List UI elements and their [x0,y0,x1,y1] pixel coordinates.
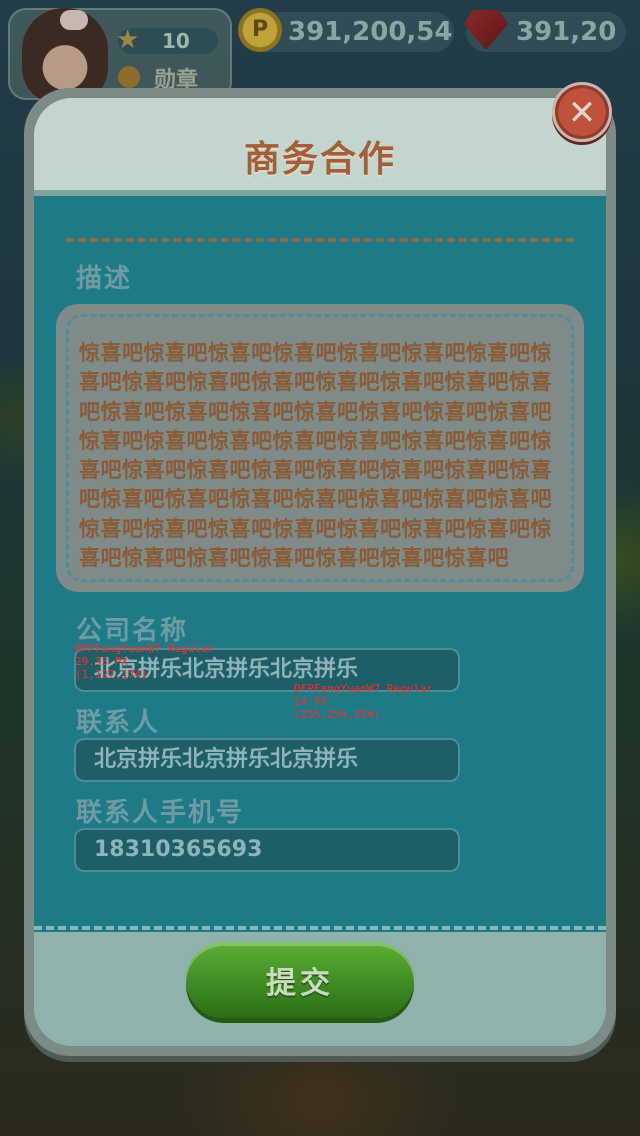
description-label: 描述 [76,264,133,294]
dashed-divider-bottom [34,926,606,930]
submit-button-label: 提交 [266,966,334,1001]
font-spec-annotation-1: DFPFangYuanW7 Regular 29.33 PX (1,127,17… [75,642,215,681]
business-cooperation-dialog: 商务合作 描述 惊喜吧惊喜吧惊喜吧惊喜吧惊喜吧惊喜吧惊喜吧惊喜吧惊喜吧惊喜吧惊喜… [24,88,616,1056]
contact-input[interactable]: 北京拼乐北京拼乐北京拼乐 [74,738,460,782]
star-icon: ★ [116,25,140,55]
close-button[interactable]: ✕ [552,82,612,142]
description-text: 惊喜吧惊喜吧惊喜吧惊喜吧惊喜吧惊喜吧惊喜吧惊喜吧惊喜吧惊喜吧惊喜吧惊喜吧惊喜吧惊… [79,341,552,571]
coin-icon: P [238,8,282,52]
phone-input[interactable]: 18310365693 [74,828,460,872]
dashed-divider-top [66,238,574,242]
medal-icon [118,66,140,88]
dialog-inner: 商务合作 描述 惊喜吧惊喜吧惊喜吧惊喜吧惊喜吧惊喜吧惊喜吧惊喜吧惊喜吧惊喜吧惊喜… [34,98,606,1046]
font-spec-annotation-2: DFPFangYuanW7 Regular 24 PX (255,254,254… [294,682,434,721]
submit-button[interactable]: 提交 [186,942,414,1018]
dialog-title: 商务合作 [243,139,396,180]
phone-label: 联系人手机号 [76,798,245,828]
contact-label: 联系人 [76,708,161,738]
avatar-bow-decoration [60,10,88,30]
description-textarea[interactable]: 惊喜吧惊喜吧惊喜吧惊喜吧惊喜吧惊喜吧惊喜吧惊喜吧惊喜吧惊喜吧惊喜吧惊喜吧惊喜吧惊… [56,304,584,592]
close-icon: ✕ [567,93,597,133]
description-textarea-frame: 惊喜吧惊喜吧惊喜吧惊喜吧惊喜吧惊喜吧惊喜吧惊喜吧惊喜吧惊喜吧惊喜吧惊喜吧惊喜吧惊… [66,314,574,582]
